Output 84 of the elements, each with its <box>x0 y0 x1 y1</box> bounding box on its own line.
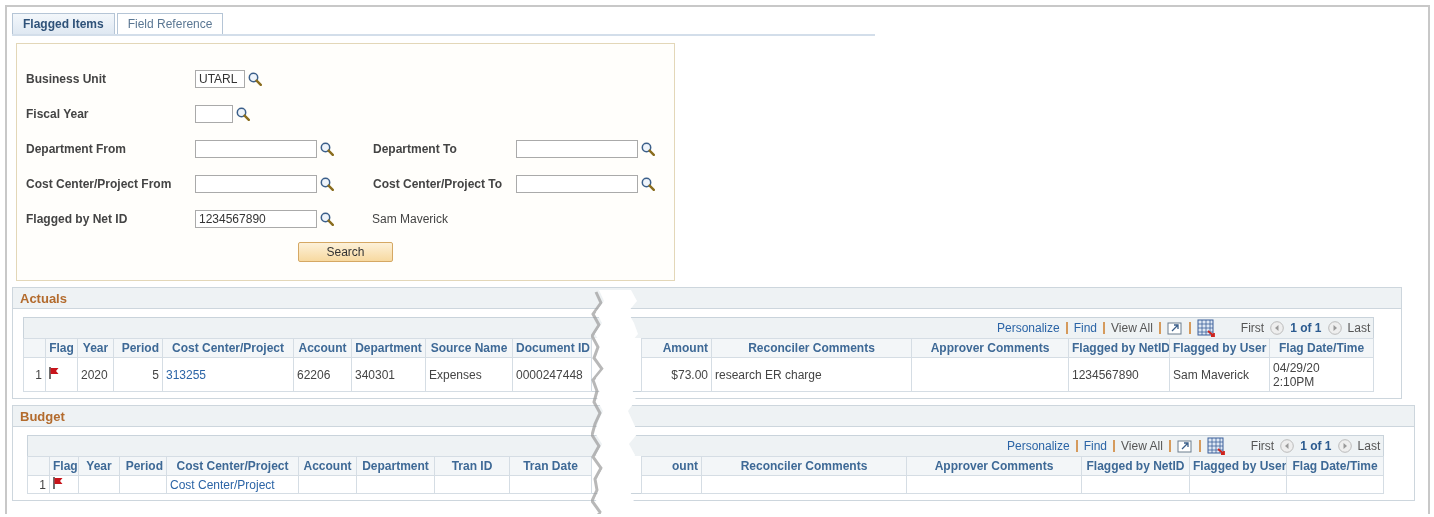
section-title: Budget <box>20 408 65 424</box>
search-button[interactable]: Search <box>298 242 393 262</box>
column-header[interactable]: Account <box>293 338 352 358</box>
column-header[interactable]: Flagged by User <box>1169 338 1270 358</box>
field-label: Cost Center/Project To <box>372 177 504 191</box>
net-id-name: Sam Maverick <box>372 212 449 226</box>
spreadsheet-icon[interactable] <box>1196 319 1215 337</box>
column-header[interactable]: Year <box>78 456 120 476</box>
field-label: Fiscal Year <box>25 107 90 121</box>
tab[interactable]: Flagged Items <box>12 13 115 34</box>
column-header[interactable]: Document ID <box>512 338 592 358</box>
last-link[interactable]: Last <box>1357 439 1381 453</box>
field-label: Business Unit <box>25 72 107 86</box>
input-field[interactable]: UTARL <box>195 70 245 88</box>
field-label: Department From <box>25 142 127 156</box>
column-header[interactable]: Tran ID <box>434 456 510 476</box>
input-field[interactable] <box>195 140 317 158</box>
column-header[interactable]: Reconciler Comments <box>701 456 907 476</box>
spreadsheet-icon[interactable] <box>1206 437 1225 455</box>
row-number: 1 <box>27 475 50 494</box>
input-field[interactable]: 1234567890 <box>195 210 317 228</box>
first-link[interactable]: First <box>1240 321 1265 335</box>
column-header[interactable]: Flagged by User <box>1189 456 1287 476</box>
column-header[interactable]: ount <box>641 456 702 476</box>
section-title: Actuals <box>20 290 67 306</box>
cost-center-link[interactable]: 313255 <box>166 367 207 382</box>
column-header[interactable]: Department <box>356 456 435 476</box>
column-header[interactable]: Approver Comments <box>911 338 1069 358</box>
search-icon[interactable] <box>236 107 250 121</box>
page-count: 1 of 1 <box>1300 439 1332 453</box>
new-window-icon[interactable] <box>1176 439 1193 453</box>
new-window-icon[interactable] <box>1166 321 1183 335</box>
search-icon[interactable] <box>641 177 655 191</box>
column-header[interactable]: Source Name <box>425 338 513 358</box>
table-cell: Sam Maverick <box>1173 367 1249 382</box>
column-header[interactable]: Flag <box>49 456 79 476</box>
table-cell: 2020 <box>81 367 108 382</box>
view-all-link[interactable]: View All <box>1111 321 1153 335</box>
table-cell: 04/29/20 2:10PM <box>1273 360 1320 389</box>
field-label: Flagged by Net ID <box>25 212 129 226</box>
input-field[interactable] <box>195 175 317 193</box>
input-field[interactable] <box>516 175 638 193</box>
column-header[interactable]: Department <box>351 338 426 358</box>
personalize-link[interactable]: Personalize <box>1007 439 1070 453</box>
personalize-link[interactable]: Personalize <box>997 321 1060 335</box>
column-header[interactable]: Account <box>298 456 357 476</box>
column-header[interactable]: Flag Date/Time <box>1269 338 1374 358</box>
table-cell: research ER charge <box>715 367 822 382</box>
table-cell: Expenses <box>429 367 482 382</box>
table-cell: 5 <box>152 367 159 382</box>
column-header[interactable]: Cost Center/Project <box>162 338 294 358</box>
input-field[interactable] <box>516 140 638 158</box>
field-label: Cost Center/Project From <box>25 177 173 191</box>
search-icon[interactable] <box>320 212 334 226</box>
tab[interactable]: Field Reference <box>116 13 224 34</box>
column-header[interactable]: Approver Comments <box>906 456 1082 476</box>
column-header[interactable]: Flag Date/Time <box>1286 456 1384 476</box>
find-link[interactable]: Find <box>1073 321 1098 335</box>
table-cell: 340301 <box>355 367 396 382</box>
table-cell: $73.00 <box>671 367 708 382</box>
table-cell: 62206 <box>297 367 331 382</box>
view-all-link[interactable]: View All <box>1121 439 1163 453</box>
column-header[interactable]: Flagged by NetID <box>1081 456 1190 476</box>
column-header[interactable]: Flag <box>45 338 78 358</box>
first-link[interactable]: First <box>1250 439 1275 453</box>
table-cell: 1234567890 <box>1072 367 1139 382</box>
last-link[interactable]: Last <box>1347 321 1371 335</box>
field-label: Department To <box>372 142 458 156</box>
find-link[interactable]: Find <box>1083 439 1108 453</box>
input-field[interactable] <box>195 105 233 123</box>
column-header[interactable]: Cost Center/Project <box>166 456 299 476</box>
column-header[interactable]: Year <box>77 338 114 358</box>
search-icon[interactable] <box>248 72 262 86</box>
search-icon[interactable] <box>320 177 334 191</box>
row-number: 1 <box>23 357 46 392</box>
search-icon[interactable] <box>641 142 655 156</box>
column-header[interactable]: Period <box>119 456 167 476</box>
table-cell: 0000247448 <box>516 367 583 382</box>
column-header[interactable]: Period <box>113 338 163 358</box>
column-header[interactable]: Amount <box>641 338 712 358</box>
page-count: 1 of 1 <box>1290 321 1322 335</box>
column-header[interactable]: Tran Date <box>509 456 592 476</box>
search-icon[interactable] <box>320 142 334 156</box>
column-header[interactable]: Reconciler Comments <box>711 338 912 358</box>
